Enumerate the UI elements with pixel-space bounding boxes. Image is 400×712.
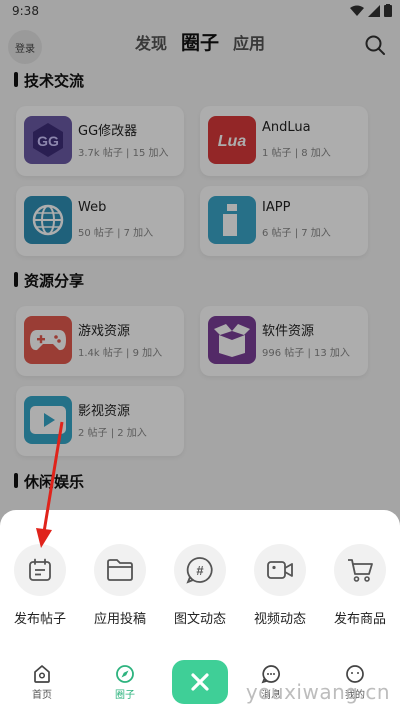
publish-post-button[interactable]: 发布帖子 xyxy=(0,544,80,627)
close-icon xyxy=(191,673,209,691)
compass-icon xyxy=(116,665,134,683)
submit-app-button[interactable]: 应用投稿 xyxy=(80,544,160,627)
watermark: youxiwang.cn xyxy=(245,680,390,704)
nav-label: 首页 xyxy=(32,690,52,701)
action-label: 发布商品 xyxy=(333,612,386,627)
video-post-button[interactable]: 视频动态 xyxy=(240,544,320,627)
action-label: 图文动态 xyxy=(173,612,226,627)
publish-actions: 发布帖子 应用投稿 # 图文动态 视频动态 发布商品 xyxy=(0,544,400,627)
svg-text:#: # xyxy=(196,563,204,578)
action-label: 视频动态 xyxy=(253,612,306,627)
publish-product-button[interactable]: 发布商品 xyxy=(320,544,400,627)
home-icon xyxy=(34,665,50,683)
action-label: 发布帖子 xyxy=(13,612,66,627)
video-icon xyxy=(254,544,306,596)
calendar-icon xyxy=(14,544,66,596)
nav-circles[interactable]: 圈子 xyxy=(95,664,155,701)
close-sheet-button[interactable] xyxy=(172,660,228,704)
action-label: 应用投稿 xyxy=(93,612,146,627)
nav-home[interactable]: 首页 xyxy=(12,664,72,701)
nav-label: 圈子 xyxy=(115,690,135,701)
folder-icon xyxy=(94,544,146,596)
hashtag-icon: # xyxy=(174,544,226,596)
cart-icon xyxy=(334,544,386,596)
image-post-button[interactable]: # 图文动态 xyxy=(160,544,240,627)
